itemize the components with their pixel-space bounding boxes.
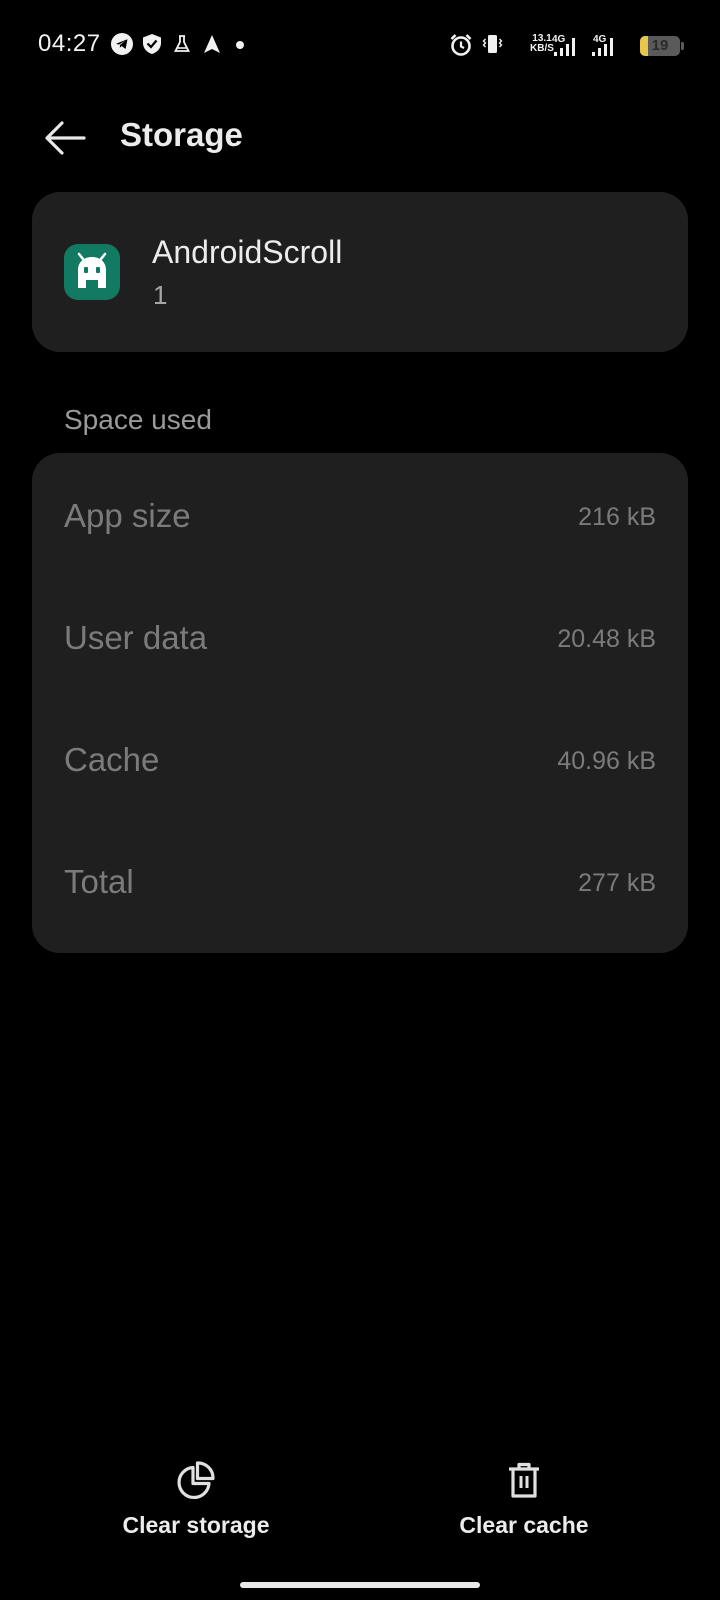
telegram-icon xyxy=(111,33,133,55)
notification-dot xyxy=(236,41,244,49)
signal-icon: 4G xyxy=(552,34,582,58)
storage-row-user-data: User data 20.48 kB xyxy=(32,575,688,700)
clear-cache-button[interactable]: Clear cache xyxy=(409,1460,639,1556)
battery-icon: 19 xyxy=(640,36,680,56)
row-value: 20.48 kB xyxy=(557,625,656,653)
row-value: 277 kB xyxy=(578,869,656,897)
clear-storage-label: Clear storage xyxy=(122,1512,270,1538)
clear-storage-button[interactable]: Clear storage xyxy=(81,1460,311,1556)
row-label: App size xyxy=(64,497,191,534)
storage-row-cache: Cache 40.96 kB xyxy=(32,697,688,822)
navigation-arrow-icon xyxy=(204,35,220,53)
app-version: 1 xyxy=(153,280,168,310)
android-app-icon xyxy=(64,244,120,300)
status-bar: 04:27 13.1 KB/S 4G 4G 19 xyxy=(0,0,720,92)
page-title: Storage xyxy=(120,116,243,153)
row-value: 40.96 kB xyxy=(557,747,656,775)
row-label: Cache xyxy=(64,741,160,778)
row-label: Total xyxy=(64,863,134,900)
storage-screen: 04:27 13.1 KB/S 4G 4G 19 Storage Android… xyxy=(0,0,720,1600)
pie-chart-icon xyxy=(177,1461,215,1500)
app-info-card: AndroidScroll 1 xyxy=(32,192,688,352)
app-name: AndroidScroll xyxy=(152,234,343,270)
arrow-left-icon xyxy=(45,121,86,155)
alarm-icon xyxy=(450,34,472,56)
section-title-space-used: Space used xyxy=(64,404,212,435)
storage-row-total: Total 277 kB xyxy=(32,819,688,944)
trash-icon xyxy=(509,1462,539,1498)
vibrate-icon xyxy=(482,35,503,53)
row-label: User data xyxy=(64,619,208,656)
storage-row-app-size: App size 216 kB xyxy=(32,453,688,578)
battery-level: 19 xyxy=(651,37,669,54)
flask-icon xyxy=(174,35,190,52)
vpn-shield-icon xyxy=(143,34,161,54)
row-value: 216 kB xyxy=(578,503,656,531)
space-used-card: App size 216 kB User data 20.48 kB Cache… xyxy=(32,453,688,953)
battery-tip xyxy=(681,42,684,50)
signal-icon: 4G xyxy=(590,34,620,58)
status-time: 04:27 xyxy=(38,30,101,57)
clear-cache-label: Clear cache xyxy=(459,1512,589,1538)
back-button[interactable] xyxy=(36,110,92,166)
home-indicator[interactable] xyxy=(240,1582,480,1588)
